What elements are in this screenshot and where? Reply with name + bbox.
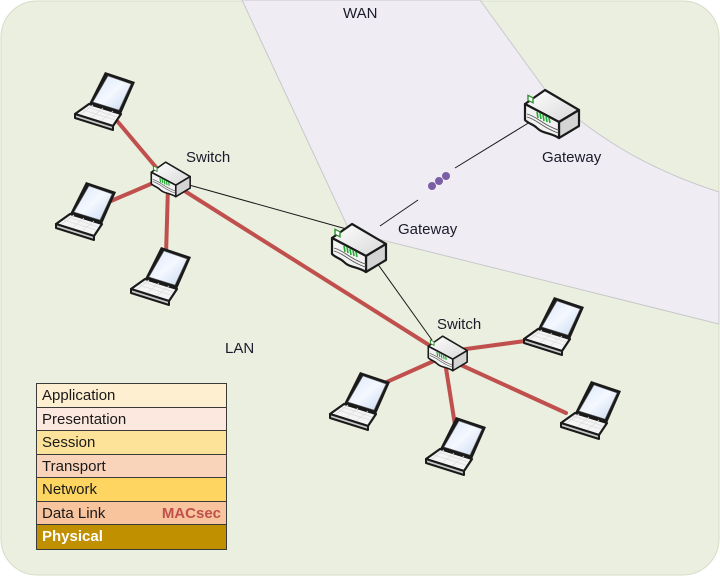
osi-layer-label: Physical [42, 528, 103, 545]
osi-layer-label: Application [42, 387, 116, 404]
osi-layer-label: Presentation [42, 410, 127, 428]
switch-label: Switch [186, 149, 231, 166]
osi-layer-label: Data Link [42, 504, 106, 522]
osi-layer-physical: Physical [37, 525, 226, 549]
gateway-label: Gateway [398, 221, 458, 238]
lan-label: LAN [225, 340, 255, 357]
osi-layer-label: Transport [42, 457, 106, 475]
osi-layer-stack: Application Presentation Session Transpo… [36, 383, 227, 550]
macsec-tag: MACsec [161, 504, 221, 522]
osi-layer-data-link: Data Link MACsec [37, 501, 226, 525]
link-switch1-laptop [164, 184, 170, 257]
osi-layer-network: Network [37, 478, 226, 502]
osi-layer-application: Application [37, 384, 226, 408]
ellipsis-dot [435, 177, 443, 185]
wan-label: WAN [343, 5, 378, 22]
ellipsis-dot [442, 172, 450, 180]
osi-layer-label: Session [42, 434, 96, 451]
switch-label: Switch [437, 316, 482, 333]
gateway-label: Gateway [542, 149, 602, 166]
osi-layer-presentation: Presentation [37, 407, 226, 431]
osi-layer-label: Network [42, 481, 98, 498]
osi-layer-transport: Transport [37, 454, 226, 478]
osi-layer-session: Session [37, 431, 226, 455]
ellipsis-dot [428, 182, 436, 190]
